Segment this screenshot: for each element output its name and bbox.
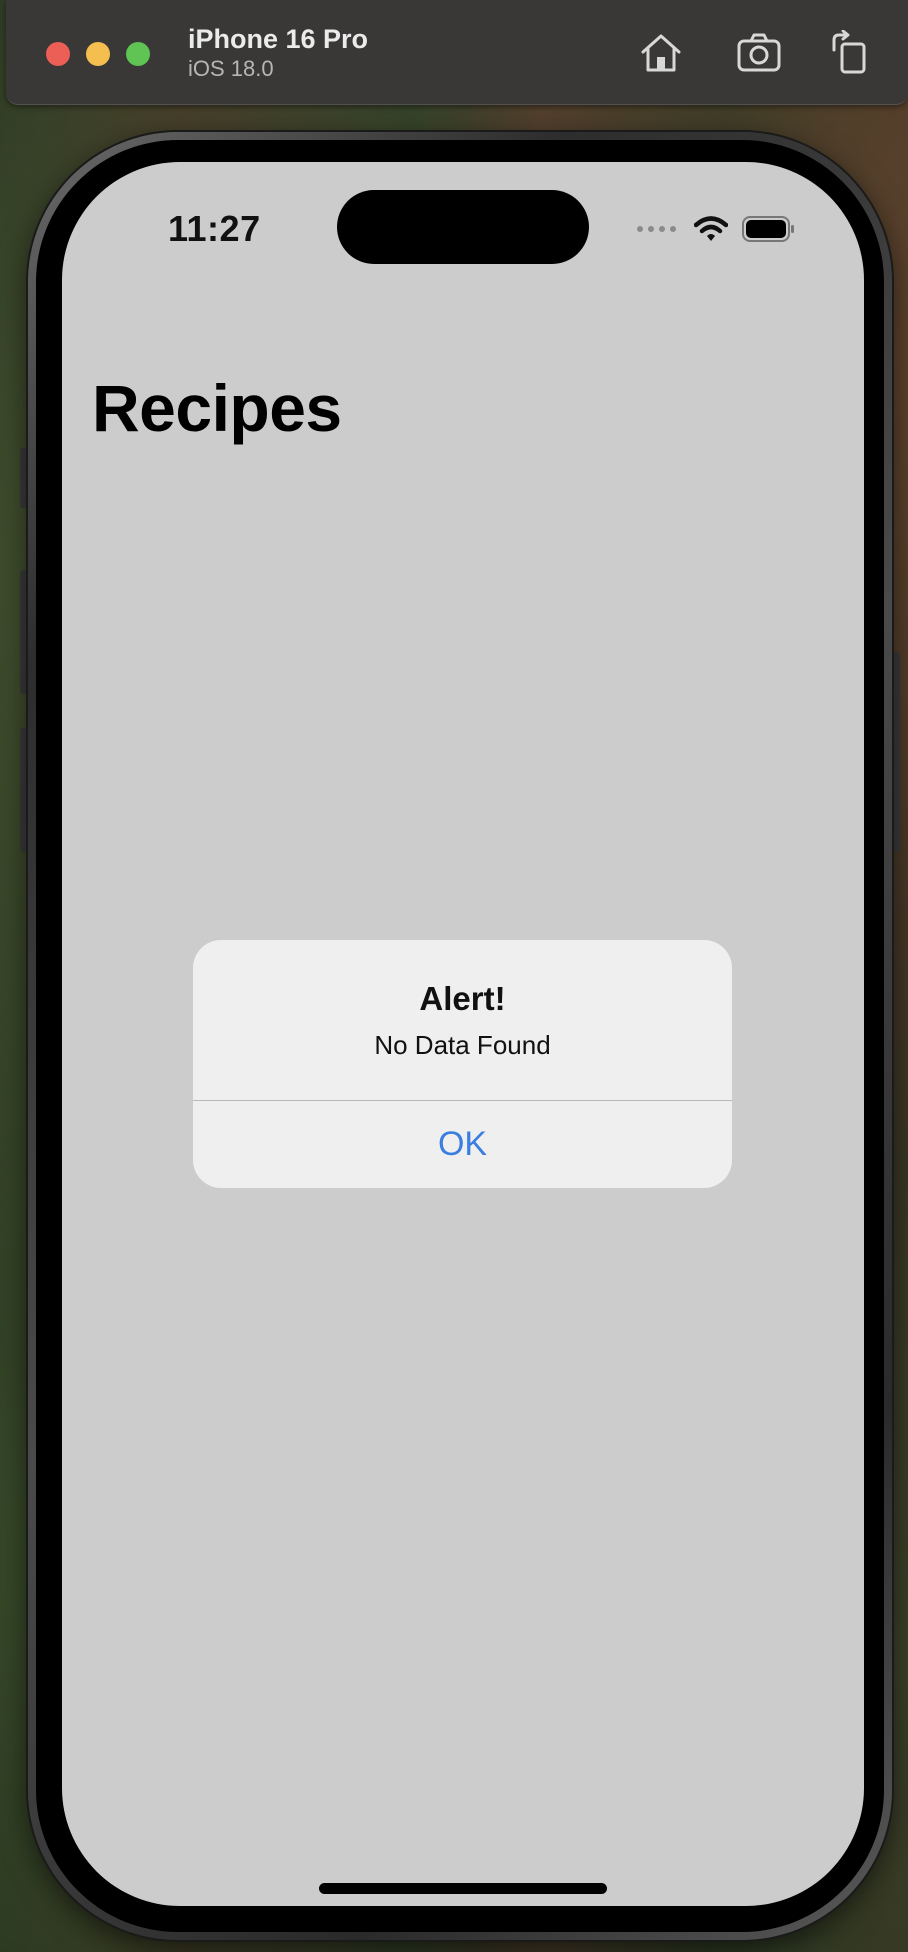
os-version: iOS 18.0 xyxy=(188,56,274,81)
alert-dialog: Alert! No Data Found OK xyxy=(193,940,732,1188)
ok-button[interactable]: OK xyxy=(193,1101,732,1188)
zoom-window-button[interactable] xyxy=(126,42,150,66)
minimize-window-button[interactable] xyxy=(86,42,110,66)
rotate-icon[interactable] xyxy=(828,30,874,76)
alert-message: No Data Found xyxy=(374,1030,551,1060)
home-indicator[interactable] xyxy=(319,1883,607,1894)
dynamic-island xyxy=(337,190,589,264)
cellular-signal-icon xyxy=(637,226,676,232)
device-name: iPhone 16 Pro xyxy=(188,24,369,54)
volume-down-button xyxy=(20,728,26,852)
device-screen: 11:27 Recipes Alert! No Data Found OK xyxy=(62,162,864,1906)
volume-up-button xyxy=(20,570,26,694)
side-button xyxy=(894,652,900,852)
wifi-icon xyxy=(694,216,728,241)
alert-title: Alert! xyxy=(419,980,506,1017)
home-icon[interactable] xyxy=(638,30,684,76)
status-bar-time: 11:27 xyxy=(168,208,261,249)
page-title: Recipes xyxy=(92,371,342,445)
close-window-button[interactable] xyxy=(46,42,70,66)
screenshot-icon[interactable] xyxy=(736,30,782,76)
action-button xyxy=(20,448,26,508)
simulator-toolbar: iPhone 16 Pro iOS 18.0 xyxy=(6,0,908,105)
battery-icon xyxy=(742,216,794,242)
status-bar-indicators xyxy=(636,212,796,246)
